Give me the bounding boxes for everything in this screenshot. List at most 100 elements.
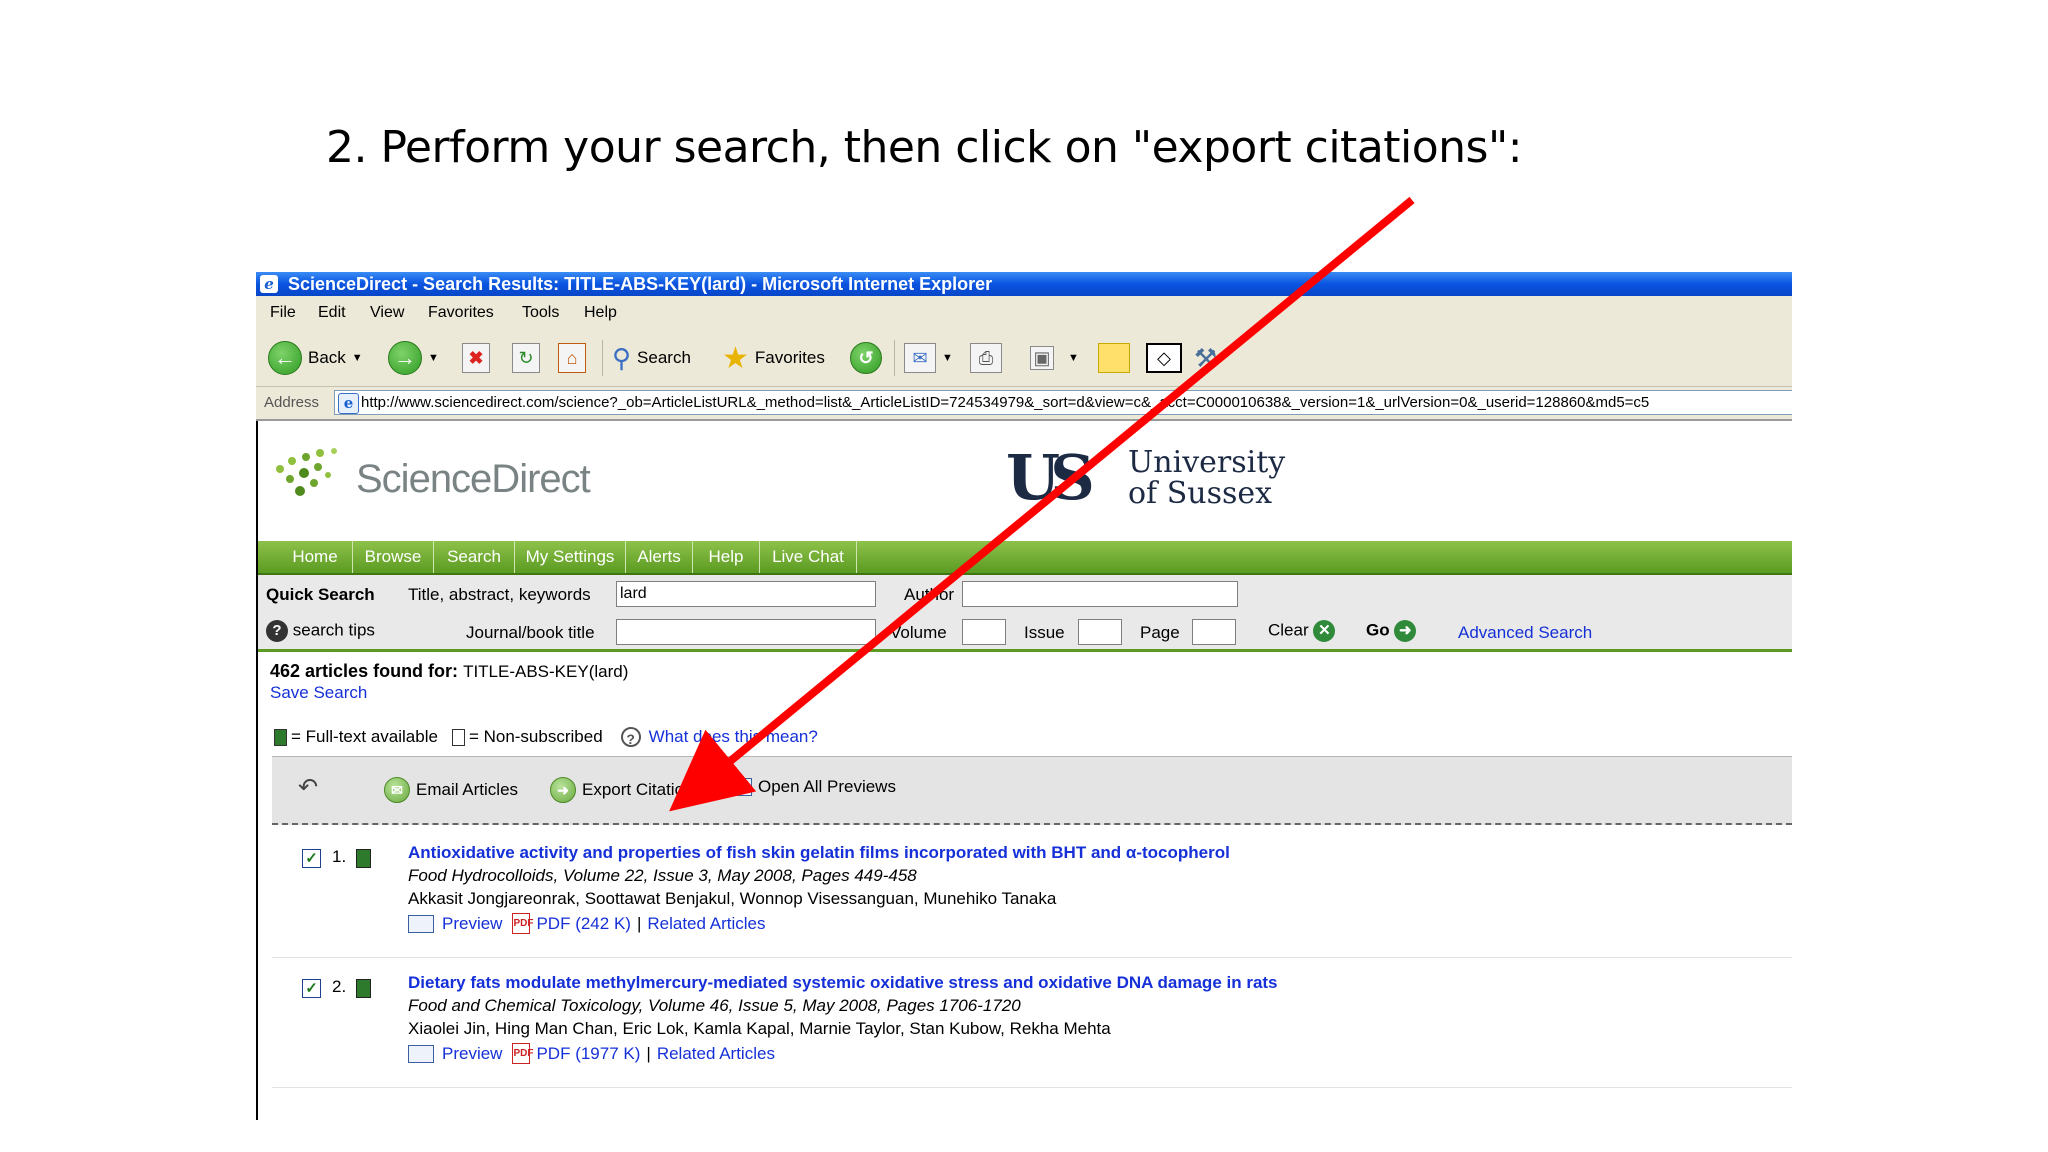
menu-view[interactable]: View — [370, 304, 404, 322]
window-title: ScienceDirect - Search Results: TITLE-AB… — [288, 274, 993, 294]
email-articles-label: Email Articles — [416, 780, 519, 799]
favorites-button[interactable]: ★ Favorites — [722, 340, 825, 376]
notes-button[interactable] — [1098, 340, 1130, 376]
mail-icon: ✉ — [904, 343, 936, 373]
what-does-this-mean-link[interactable]: What does this mean? — [649, 727, 818, 747]
tools-icon: ⚒ — [1194, 342, 1218, 373]
nav-alerts[interactable]: Alerts — [626, 541, 693, 573]
issue-input[interactable] — [1078, 619, 1122, 645]
printer-icon: ⎙ — [970, 343, 1002, 373]
star-icon: ★ — [722, 341, 749, 375]
title-input[interactable]: lard — [616, 581, 876, 607]
preview-link[interactable]: Preview — [442, 914, 502, 934]
go-button[interactable]: Go ➜ — [1366, 620, 1417, 642]
menu-file[interactable]: File — [270, 304, 296, 322]
tools-button[interactable]: ⚒ — [1194, 340, 1217, 376]
nav-help[interactable]: Help — [693, 541, 760, 573]
sussex-logo-mark: US — [1006, 441, 1095, 514]
result-authors: Akkasit Jongjareonrak, Soottawat Benjaku… — [408, 889, 1057, 908]
edit-button[interactable]: ▣ ▼ — [1030, 340, 1079, 376]
preview-link[interactable]: Preview — [442, 1044, 502, 1064]
legend-full-text: = Full-text available — [291, 727, 438, 746]
menu-help[interactable]: Help — [584, 304, 617, 322]
refresh-button[interactable]: ↻ — [512, 340, 540, 376]
nav-home[interactable]: Home — [278, 541, 353, 573]
email-icon: ✉ — [384, 777, 410, 803]
sciencedirect-logo-text[interactable]: ScienceDirect — [356, 457, 591, 502]
search-button[interactable]: ⚲ Search — [612, 340, 691, 376]
sussex-logo-text: University of Sussex — [1128, 447, 1285, 509]
nav-browse[interactable]: Browse — [353, 541, 434, 573]
select-toggle-icon[interactable]: ↶ — [298, 773, 318, 802]
full-text-icon — [274, 728, 287, 746]
history-button[interactable]: ↺ — [850, 340, 882, 376]
stop-icon: ✖ — [462, 343, 490, 373]
full-text-icon — [356, 979, 371, 998]
author-input[interactable] — [962, 581, 1238, 607]
messenger-button[interactable]: ◇ — [1146, 340, 1182, 376]
volume-label: Volume — [890, 623, 947, 642]
pdf-icon: PDF — [512, 913, 533, 934]
chevron-down-icon: ▼ — [351, 352, 363, 364]
export-icon: ➜ — [550, 777, 576, 803]
print-button[interactable]: ⎙ — [970, 340, 1002, 376]
advanced-search-link[interactable]: Advanced Search — [1458, 623, 1592, 643]
result-title-link[interactable]: Antioxidative activity and properties of… — [408, 843, 1230, 863]
related-articles-link[interactable]: Related Articles — [657, 1044, 775, 1064]
save-search-link[interactable]: Save Search — [270, 683, 367, 703]
nav-live-chat[interactable]: Live Chat — [760, 541, 857, 573]
slide-title: 2. Perform your search, then click on "e… — [326, 122, 1523, 173]
result-number: 2. — [332, 977, 347, 996]
preview-icon — [726, 778, 752, 796]
back-button[interactable]: ← Back ▼ — [268, 340, 363, 376]
clear-x-icon: ✕ — [1313, 620, 1336, 642]
pdf-link[interactable]: PDF (242 K) — [536, 914, 630, 934]
chevron-down-icon: ▼ — [942, 352, 953, 364]
menu-edit[interactable]: Edit — [318, 304, 346, 322]
page-input[interactable] — [1192, 619, 1236, 645]
address-label: Address — [264, 394, 320, 411]
menu-favorites[interactable]: Favorites — [428, 304, 494, 322]
related-articles-link[interactable]: Related Articles — [647, 914, 765, 934]
result-title-link[interactable]: Dietary fats modulate methylmercury-medi… — [408, 973, 1278, 993]
chevron-down-icon: ▼ — [428, 352, 439, 364]
export-citations-button[interactable]: ➜ Export Citations — [550, 777, 702, 803]
go-label: Go — [1366, 620, 1390, 640]
clear-button[interactable]: Clear ✕ — [1268, 620, 1336, 642]
menu-tools[interactable]: Tools — [522, 304, 559, 322]
email-articles-button[interactable]: ✉ Email Articles — [384, 777, 518, 803]
back-label: Back — [308, 348, 346, 367]
search-icon: ⚲ — [612, 342, 632, 373]
refresh-icon: ↻ — [512, 343, 540, 373]
result-divider — [272, 957, 1792, 958]
journal-label: Journal/book title — [466, 623, 595, 642]
results-count-text: 462 articles found for: — [270, 661, 459, 681]
open-all-previews-button[interactable]: Open All Previews — [726, 777, 896, 797]
export-citations-label: Export Citations — [582, 780, 702, 799]
forward-button[interactable]: → ▼ — [388, 340, 439, 376]
result-checkbox[interactable]: ✓ — [302, 979, 321, 998]
preview-icon — [408, 914, 434, 933]
sussex-line-2: of Sussex — [1128, 476, 1273, 511]
result-links: Preview PDF PDF (1977 K) | Related Artic… — [408, 1043, 775, 1064]
volume-input[interactable] — [962, 619, 1006, 645]
home-button[interactable]: ⌂ — [558, 340, 586, 376]
result-checkbox[interactable]: ✓ — [302, 849, 321, 868]
search-label: Search — [637, 348, 691, 367]
chevron-down-icon: ▼ — [1068, 352, 1079, 364]
results-query: TITLE-ABS-KEY(lard) — [463, 662, 629, 681]
nav-my-settings[interactable]: My Settings — [515, 541, 626, 573]
nav-search[interactable]: Search — [434, 541, 515, 573]
search-tips-link[interactable]: ? search tips — [266, 620, 375, 642]
back-arrow-icon: ← — [268, 341, 302, 375]
edit-icon: ▣ — [1030, 346, 1054, 370]
pdf-link[interactable]: PDF (1977 K) — [536, 1044, 640, 1064]
address-input[interactable]: e http://www.sciencedirect.com/science?_… — [334, 390, 1792, 415]
full-text-icon — [356, 849, 371, 868]
address-bar: Address e http://www.sciencedirect.com/s… — [256, 387, 1792, 421]
stop-button[interactable]: ✖ — [462, 340, 490, 376]
help-icon: ? — [266, 620, 288, 642]
mail-button[interactable]: ✉ ▼ — [904, 340, 953, 376]
journal-input[interactable] — [616, 619, 876, 645]
non-subscribed-icon — [451, 728, 465, 746]
